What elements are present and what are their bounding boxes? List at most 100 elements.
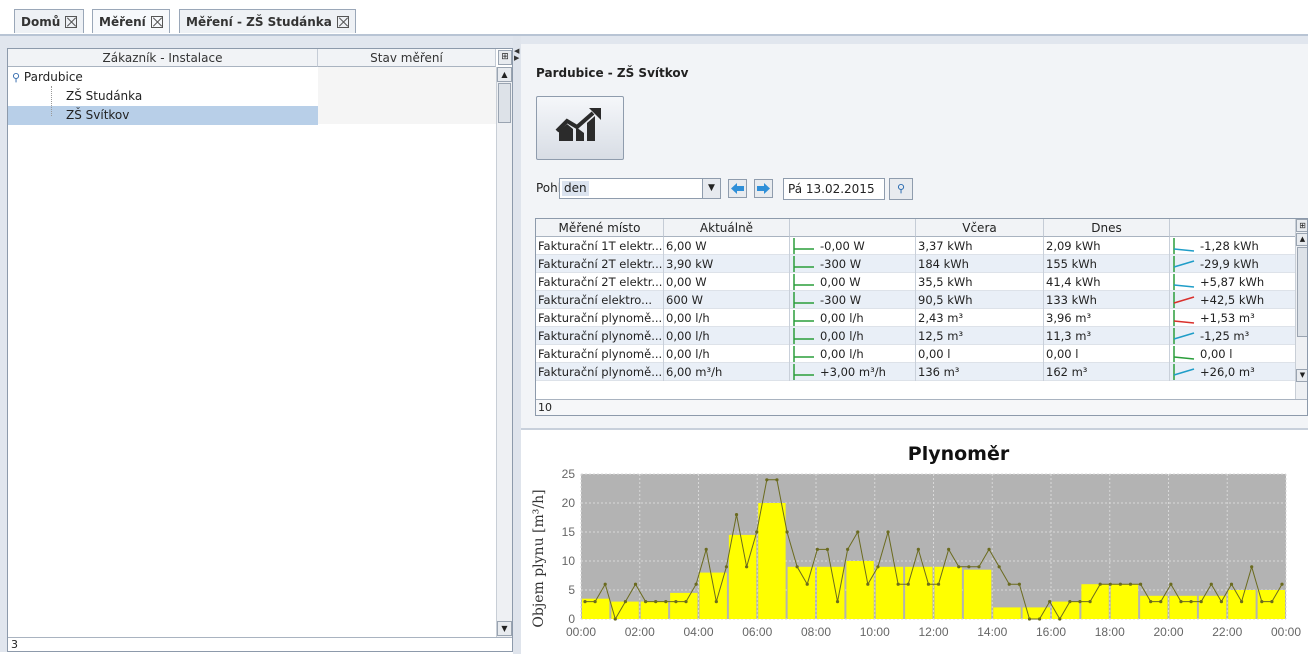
table-status: 10 [536,399,1307,415]
data-point [977,565,981,569]
cell-value: 136 m³ [918,365,960,379]
cell-value: 155 kWh [1046,257,1097,271]
close-icon[interactable] [150,15,163,28]
tab-domu[interactable]: Domů [14,9,85,33]
chart-title: Plynoměr [908,443,1010,465]
column-header-yesterday[interactable]: Včera [916,219,1044,237]
tree-item-label: ZŠ Svítkov [66,108,130,122]
tree-item-svitkov[interactable]: ZŠ Svítkov [8,106,318,125]
pohled-dropdown[interactable]: den ▼ [559,178,721,199]
table-row[interactable]: Fakturační plynomě... 0,00 l/h 0,00 l/h 2,4… [536,309,1296,327]
cell-value: Fakturační plynomě... [538,347,663,361]
y-axis-label: Objem plynu [m³/h] [531,489,547,627]
data-point [967,565,971,569]
cell-value: -29,9 kWh [1200,257,1259,271]
data-point [1169,582,1173,586]
table-cell: 35,5 kWh [916,273,1044,291]
cell-value: 0,00 W [820,275,861,289]
table-cell: Fakturační 2T elektr... [536,273,664,291]
table-cell: Fakturační plynomě... [536,309,664,327]
data-point [745,565,749,569]
scroll-thumb[interactable] [498,83,511,123]
trend-cell: -0,00 W [790,237,916,255]
table-cell: 184 kWh [916,255,1044,273]
column-header-current-trend[interactable] [790,219,916,237]
scroll-down-icon[interactable]: ▼ [1296,369,1307,382]
date-picker-icon[interactable]: ⚲ [889,178,913,200]
column-header-status[interactable]: Stav měření [318,49,496,67]
prev-button[interactable] [728,179,747,198]
trend-cell: -29,9 kWh [1170,255,1296,273]
column-header-today[interactable]: Dnes [1044,219,1170,237]
column-chooser-icon[interactable]: ⊞ [498,50,512,65]
tab-mereni-studanka[interactable]: Měření - ZŠ Studánka [179,9,356,33]
data-point [613,617,617,621]
table-cell: 6,00 W [664,237,790,255]
bar [1110,584,1139,619]
data-point [825,547,830,551]
data-point [926,582,931,586]
table-cell: 41,4 kWh [1044,273,1170,291]
table-scrollbar[interactable]: ⊞ ▲ ▼ [1295,219,1307,399]
table-cell: 2,09 kWh [1044,237,1170,255]
bar [875,566,904,619]
splitter[interactable]: ◀ ▶ [513,36,521,654]
table-row[interactable]: Fakturační 1T elektr... 6,00 W -0,00 W 3,37… [536,237,1296,255]
column-chooser-icon[interactable]: ⊞ [1296,219,1307,232]
data-point [947,547,951,551]
trend-cell: -1,25 m³ [1170,327,1296,345]
date-field[interactable]: Pá 13.02.2015 [783,178,885,200]
table-row[interactable]: Fakturační plynomě... 0,00 l/h 0,00 l/h 0,0… [536,345,1296,363]
table-cell: 162 m³ [1044,363,1170,381]
trend-cell: 0,00 l/h [790,345,916,363]
close-icon[interactable] [65,15,78,28]
trend-cell: 0,00 l/h [790,327,916,345]
close-icon[interactable] [336,15,349,28]
chart-button[interactable] [536,96,624,160]
trend-icon [793,238,814,254]
column-header-today-trend[interactable] [1170,219,1296,237]
x-tick-label: 14:00 [977,625,1007,639]
data-point [1260,600,1264,604]
scroll-up-icon[interactable]: ▲ [1296,233,1307,246]
tree-scrollbar[interactable]: ▲ ▼ [496,67,512,637]
table-cell: 0,00 l/h [664,309,790,327]
x-tick-label: 08:00 [801,625,831,639]
trend-icon [1173,364,1195,380]
collapse-arrow-icon[interactable]: ◀ ▶ [514,48,519,62]
x-tick-label: 04:00 [683,625,713,639]
trend-icon [1173,328,1195,344]
data-point [886,530,890,534]
x-tick-label: 10:00 [860,625,890,639]
cell-value: -1,28 kWh [1200,239,1259,253]
next-button[interactable] [754,179,773,198]
cell-value: 3,90 kW [666,257,714,271]
trend-icon [1173,274,1195,290]
tab-mereni[interactable]: Měření [92,9,170,33]
data-point [856,530,860,534]
cell-value: 6,00 m³/h [666,365,723,379]
table-row[interactable]: Fakturační 2T elektr... 3,90 kW -300 W 184 … [536,255,1296,273]
bar [758,503,786,619]
trend-icon [1173,310,1195,326]
table-row[interactable]: Fakturační plynomě... 6,00 m³/h +3,00 m³/h… [536,363,1296,381]
cell-value: 162 m³ [1046,365,1088,379]
scroll-down-icon[interactable]: ▼ [497,621,512,636]
data-point [644,600,648,604]
trend-icon [1173,238,1195,254]
scroll-thumb[interactable] [1297,247,1307,337]
column-header-current[interactable]: Aktuálně [664,219,790,237]
data-point [1027,617,1032,621]
column-header-customer[interactable]: Zákazník - Instalace [8,49,318,67]
data-point [1068,600,1072,604]
scroll-up-icon[interactable]: ▲ [497,67,512,82]
table-row[interactable]: Fakturační 2T elektr... 0,00 W 0,00 W 35,5 … [536,273,1296,291]
table-row[interactable]: Fakturační elektro... 600 W -300 W 90,5 kWh… [536,291,1296,309]
data-point [704,547,708,551]
chevron-down-icon[interactable]: ▼ [702,179,720,198]
bar [1228,590,1256,619]
cell-value: 600 W [666,293,703,307]
table-row[interactable]: Fakturační plynomě... 0,00 l/h 0,00 l/h 12,… [536,327,1296,345]
column-header-place[interactable]: Měřené místo [536,219,664,237]
x-tick-label: 18:00 [1095,625,1125,639]
